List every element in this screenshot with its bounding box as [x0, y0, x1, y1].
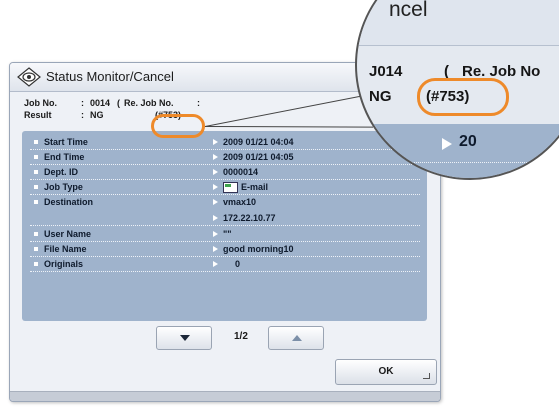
result-value: NG [90, 110, 104, 120]
arrow-right-icon [213, 154, 218, 160]
arrow-right-icon [213, 246, 218, 252]
re-job-no-colon: : [197, 98, 200, 108]
re-job-no-label: Re. Job No. [124, 98, 174, 108]
arrow-right-icon [213, 139, 218, 145]
detail-value: 2009 01/21 04:04 [223, 137, 294, 147]
bullet-icon [34, 170, 38, 174]
bullet-icon [34, 140, 38, 144]
detail-label: Job Type [44, 182, 83, 192]
re-job-open-paren: ( [117, 98, 120, 108]
detail-label: End Time [44, 152, 85, 162]
bullet-icon [34, 200, 38, 204]
highlight-ring-large [417, 78, 509, 116]
arrow-right-icon [213, 169, 218, 175]
status-monitor-icon [17, 67, 41, 87]
detail-value: 172.22.10.77 [223, 213, 276, 223]
arrow-right-icon [213, 261, 218, 267]
page-down-button[interactable] [156, 326, 212, 350]
magnified-row-divider [357, 162, 559, 163]
job-no-value: 0014 [90, 98, 111, 108]
bullet-icon [34, 155, 38, 159]
arrow-right-icon [213, 231, 218, 237]
detail-row-user-name: User Name "" [30, 227, 420, 242]
window-title: Status Monitor/Cancel [46, 69, 174, 84]
detail-label: Dept. ID [44, 167, 79, 177]
detail-label: Destination [44, 197, 94, 207]
job-no-label: Job No. [24, 98, 57, 108]
detail-value: E-mail [241, 182, 269, 192]
detail-value: vmax10 [223, 197, 257, 207]
page-indicator: 1/2 [234, 331, 248, 342]
detail-row-destination-2: 172.22.10.77 [30, 211, 420, 226]
detail-label: User Name [44, 229, 92, 239]
detail-row-originals: Originals 0 [30, 257, 420, 272]
magnified-detail-area [357, 124, 559, 178]
ok-label: OK [378, 366, 394, 377]
detail-value: "" [223, 229, 232, 239]
return-arrow-icon [423, 373, 430, 379]
magnified-job-no: J014 [369, 63, 403, 80]
detail-value: good morning10 [223, 244, 294, 254]
detail-value: 2009 01/21 04:05 [223, 152, 294, 162]
detail-label: Start Time [44, 137, 88, 147]
result-label: Result [24, 110, 52, 120]
detail-label: Originals [44, 259, 84, 269]
ok-button[interactable]: OK [335, 359, 437, 385]
job-no-colon: : [81, 98, 84, 108]
magnified-header [357, 0, 559, 45]
page-up-button[interactable] [268, 326, 324, 350]
detail-row-job-type: Job Type E-mail [30, 180, 420, 195]
email-icon [223, 182, 238, 193]
arrow-right-icon [213, 199, 218, 205]
arrow-right-icon [442, 138, 452, 150]
detail-row-file-name: File Name good morning10 [30, 242, 420, 257]
magnified-title: ncel [389, 0, 428, 21]
detail-row-destination: Destination vmax10 [30, 195, 420, 209]
bullet-icon [34, 232, 38, 236]
detail-label: File Name [44, 244, 87, 254]
status-bar [10, 391, 440, 401]
magnified-result: NG [369, 88, 392, 105]
detail-value: 0 [235, 259, 241, 269]
detail-value: 0000014 [223, 167, 259, 177]
bullet-icon [34, 262, 38, 266]
magnifier-callout: ncel J014 ( Re. Job No NG (#753) 20 [355, 0, 559, 180]
bullet-icon [34, 247, 38, 251]
arrow-right-icon [213, 184, 218, 190]
result-colon: : [81, 110, 84, 120]
bullet-icon [34, 185, 38, 189]
magnified-time-value: 20 [459, 133, 477, 150]
highlight-ring-small [151, 114, 205, 138]
arrow-right-icon [213, 215, 218, 221]
magnified-divider [357, 45, 559, 46]
